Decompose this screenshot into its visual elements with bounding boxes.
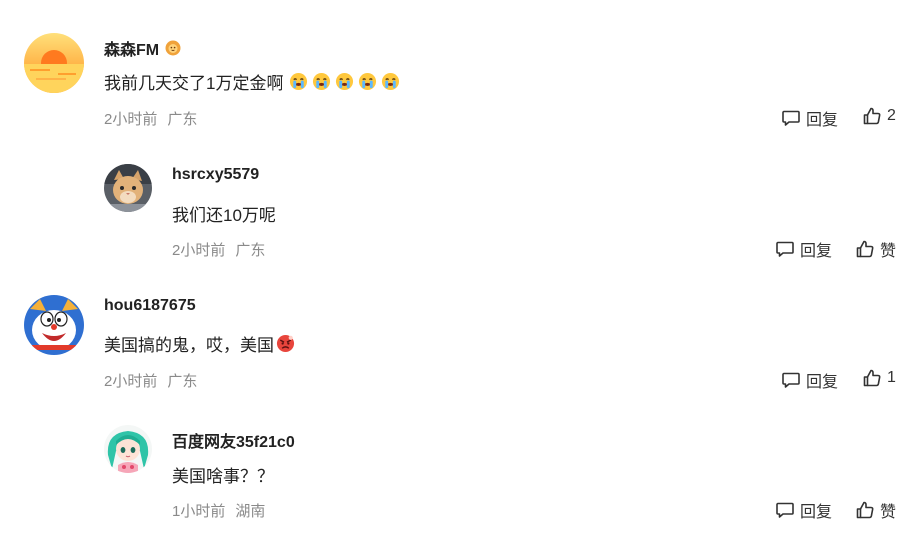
crying-face-icon	[359, 72, 377, 91]
avatar[interactable]	[24, 295, 84, 355]
comment-bubble-icon	[776, 502, 794, 518]
reply-button[interactable]: 回复	[781, 106, 838, 130]
comment-bubble-icon	[782, 110, 800, 126]
thumbs-up-icon	[863, 107, 881, 125]
comment-text: 我们还10万呢	[172, 201, 276, 226]
crying-face-icon	[313, 72, 331, 91]
timestamp: 2小时前	[104, 373, 158, 390]
like-button[interactable]: 2	[862, 106, 896, 126]
like-label: 赞	[880, 243, 897, 260]
cat-avatar-image	[104, 164, 152, 212]
comment-bubble-icon	[782, 372, 800, 388]
username-text: 百度网友35f21c0	[172, 434, 295, 451]
avatar[interactable]	[24, 33, 84, 93]
location: 湖南	[235, 503, 266, 520]
reply-label: 回复	[806, 374, 839, 391]
username-text: hsrcxy5579	[172, 166, 260, 183]
thumbs-up-icon	[856, 240, 874, 258]
thumbs-up-icon	[863, 369, 881, 387]
location: 广东	[235, 242, 266, 259]
lion-badge-icon	[165, 40, 181, 56]
comment-meta: 2小时前 广东	[104, 370, 197, 391]
reply-label: 回复	[800, 243, 833, 260]
comment-text: 我前几天交了1万定金啊	[104, 69, 400, 94]
like-label: 赞	[880, 504, 897, 521]
doraemon-avatar-image	[24, 295, 84, 355]
angry-face-icon	[276, 334, 295, 353]
crying-face-icon	[336, 72, 354, 91]
like-count: 2	[887, 107, 896, 124]
thumbs-up-icon	[856, 501, 874, 519]
comment-text-content: 我们还10万呢	[172, 206, 276, 225]
avatar[interactable]	[104, 425, 152, 473]
like-button[interactable]: 赞	[855, 237, 896, 261]
location: 广东	[167, 111, 198, 128]
location: 广东	[167, 373, 198, 390]
timestamp: 2小时前	[172, 242, 226, 259]
reply-button[interactable]: 回复	[781, 368, 838, 392]
comment-text-content: 美国搞的鬼，哎，美国	[104, 336, 274, 355]
comment-bubble-icon	[776, 241, 794, 257]
comment-meta: 1小时前 湖南	[172, 500, 265, 521]
anime-girl-avatar-image	[104, 425, 152, 473]
comment-text: 美国搞的鬼，哎，美国	[104, 331, 295, 356]
like-button[interactable]: 1	[862, 368, 896, 388]
username-text: 森森FM	[104, 42, 160, 59]
timestamp: 2小时前	[104, 111, 158, 128]
reply-label: 回复	[806, 112, 839, 129]
like-button[interactable]: 赞	[855, 498, 896, 522]
username[interactable]: 森森FM	[104, 36, 181, 60]
username[interactable]: hou6187675	[104, 297, 196, 315]
reply-button[interactable]: 回复	[775, 237, 832, 261]
comment-meta: 2小时前 广东	[172, 239, 265, 260]
reply-button[interactable]: 回复	[775, 498, 832, 522]
comment-text-content: 我前几天交了1万定金啊	[104, 74, 284, 93]
crying-face-icon	[290, 72, 308, 91]
username[interactable]: 百度网友35f21c0	[172, 428, 295, 452]
crying-face-icon	[382, 72, 400, 91]
sunset-avatar-image	[24, 33, 84, 93]
avatar[interactable]	[104, 164, 152, 212]
comment-meta: 2小时前 广东	[104, 108, 197, 129]
username-text: hou6187675	[104, 297, 196, 314]
reply-label: 回复	[800, 504, 833, 521]
username[interactable]: hsrcxy5579	[172, 166, 259, 184]
comment-text-content: 美国啥事？？	[172, 467, 274, 486]
timestamp: 1小时前	[172, 503, 226, 520]
like-count: 1	[887, 369, 896, 386]
comment-text: 美国啥事？？	[172, 462, 274, 487]
